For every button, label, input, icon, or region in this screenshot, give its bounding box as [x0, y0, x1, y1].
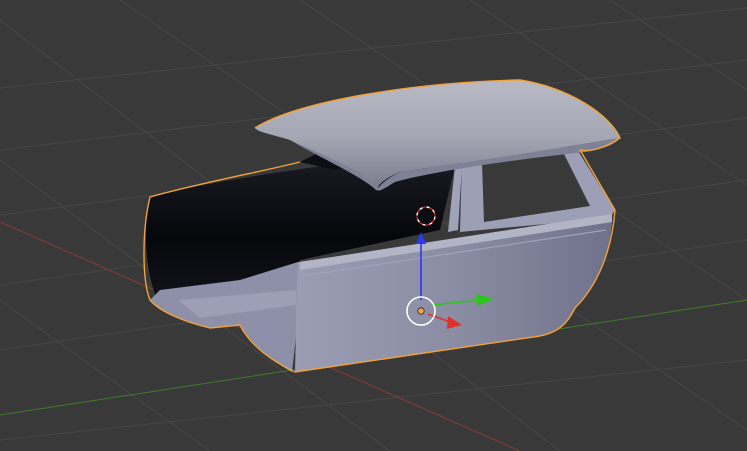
- object-origin-icon: [417, 307, 425, 315]
- 3d-viewport[interactable]: [0, 0, 747, 451]
